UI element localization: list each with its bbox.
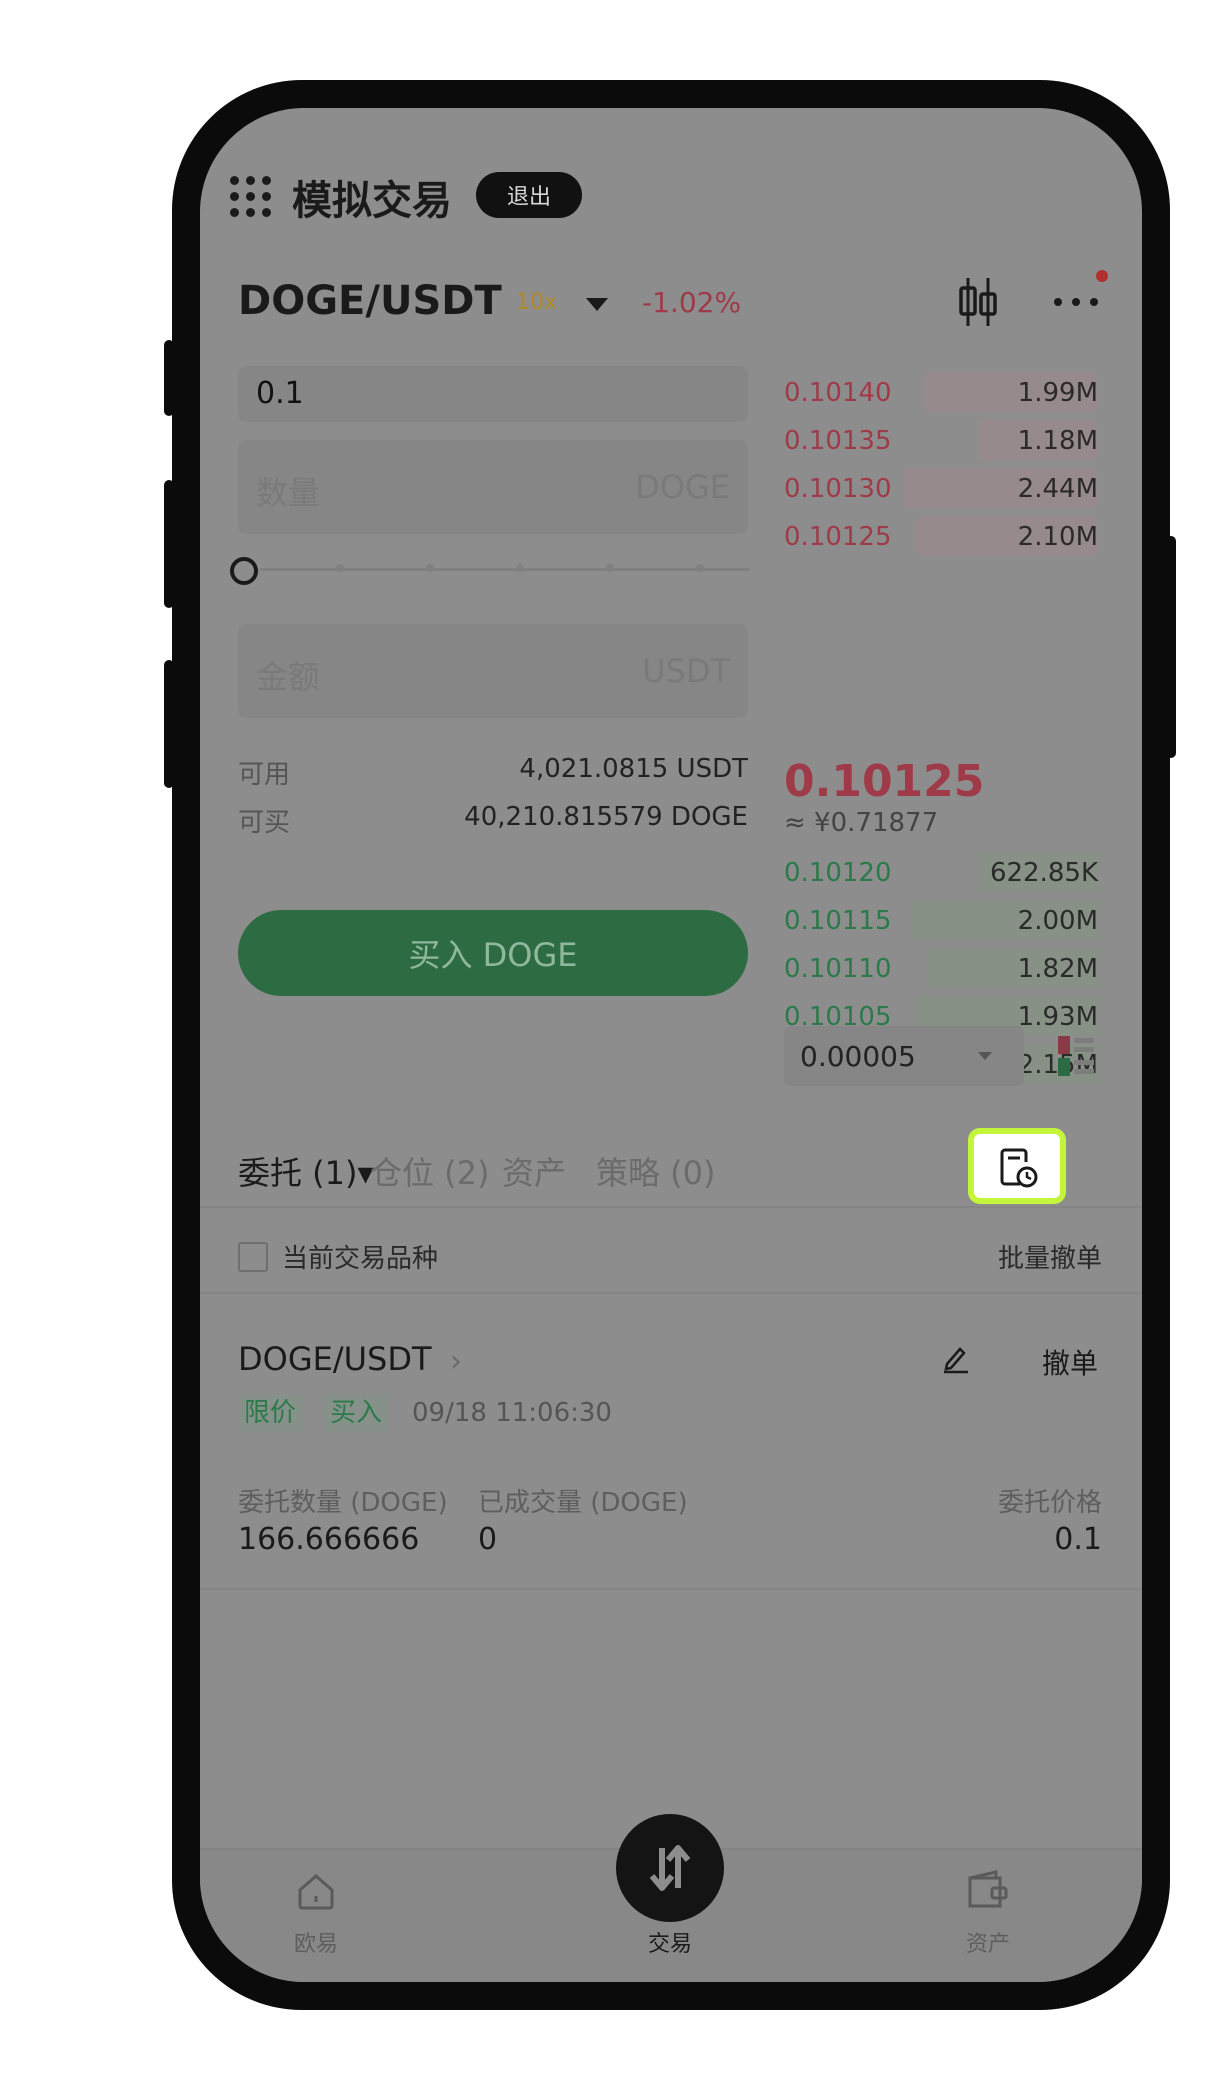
slider-tick[interactable] — [606, 564, 614, 572]
order-time: 09/18 11:06:30 — [412, 1398, 612, 1428]
orderbook-layout-icon[interactable] — [1056, 1034, 1096, 1078]
quantity-unit: DOGE — [635, 468, 730, 506]
order-price-value: 0.1 — [1054, 1522, 1102, 1557]
ob-qty: 622.85K — [989, 858, 1098, 888]
nav-assets-label[interactable]: 资产 — [966, 1926, 1010, 1958]
page-title: 模拟交易 — [292, 178, 452, 224]
amount-input[interactable]: 金额 USDT — [238, 624, 748, 718]
power-button — [1166, 536, 1176, 758]
ask-row[interactable]: 0.10130 2.44M — [784, 466, 1098, 510]
current-pair-checkbox[interactable] — [238, 1242, 268, 1272]
tab-positions[interactable]: 仓位 (2) — [370, 1148, 490, 1194]
buy-button[interactable]: 买入 DOGE — [238, 910, 748, 996]
more-options-icon[interactable] — [1052, 296, 1100, 308]
ask-row[interactable]: 0.10125 2.10M — [784, 514, 1098, 558]
order-filled-label: 已成交量 (DOGE) — [478, 1488, 688, 1518]
wallet-icon[interactable] — [966, 1870, 1010, 1912]
amount-slider-track[interactable] — [260, 568, 750, 571]
menu-grid-icon[interactable] — [230, 176, 274, 220]
available-label: 可用 — [238, 760, 291, 790]
candlestick-chart-icon[interactable] — [956, 276, 1000, 328]
side-button — [164, 660, 174, 788]
slider-tick[interactable] — [426, 564, 434, 572]
ob-price: 0.10115 — [784, 906, 892, 936]
price-input[interactable]: 0.1 — [238, 366, 748, 422]
buyable-label: 可买 — [238, 808, 291, 838]
order-side-tag: 买入 — [324, 1394, 389, 1432]
order-price-label: 委托价格 — [997, 1488, 1102, 1518]
order-pair[interactable]: DOGE/USDT — [238, 1340, 432, 1378]
edit-icon[interactable] — [942, 1344, 970, 1374]
quantity-placeholder: 数量 — [256, 474, 321, 512]
ob-qty: 2.10M — [1017, 522, 1098, 552]
divider — [200, 1588, 1142, 1590]
slider-tick[interactable] — [696, 564, 704, 572]
order-qty-label: 委托数量 (DOGE) — [238, 1488, 448, 1518]
order-history-icon — [1000, 1148, 1038, 1188]
amount-unit: USDT — [642, 652, 730, 690]
price-input-value: 0.1 — [256, 376, 304, 411]
pair-selector[interactable]: DOGE/USDT — [238, 278, 502, 324]
pair-dropdown-icon[interactable] — [586, 298, 608, 311]
nav-home-label[interactable]: 欧易 — [294, 1926, 338, 1958]
tab-strategies[interactable]: 策略 (0) — [596, 1148, 716, 1194]
tick-size-select[interactable]: 0.00005 — [784, 1026, 1024, 1086]
app-screen: 模拟交易 退出 DOGE/USDT 10x -1.02% 0.1 数量 DOGE — [200, 108, 1142, 1982]
chevron-down-icon — [978, 1052, 992, 1060]
order-qty-value: 166.666666 — [238, 1522, 420, 1557]
trade-button[interactable] — [616, 1814, 724, 1922]
swap-arrows-icon — [649, 1845, 691, 1891]
ob-price: 0.10110 — [784, 954, 892, 984]
tick-size-value: 0.00005 — [800, 1040, 916, 1073]
batch-cancel-button[interactable]: 批量撤单 — [998, 1238, 1102, 1275]
chevron-right-icon[interactable]: › — [450, 1344, 462, 1379]
cancel-order-button[interactable]: 撤单 — [1042, 1342, 1098, 1382]
ob-qty: 1.99M — [1017, 378, 1098, 408]
amount-placeholder: 金额 — [256, 658, 321, 696]
ask-row[interactable]: 0.10140 1.99M — [784, 370, 1098, 414]
divider — [200, 1292, 1142, 1294]
ob-price: 0.10125 — [784, 522, 892, 552]
amount-slider-handle[interactable] — [230, 557, 258, 585]
slider-tick[interactable] — [516, 564, 524, 572]
side-button — [164, 480, 174, 608]
bid-row[interactable]: 0.10120 622.85K — [784, 850, 1098, 894]
ob-qty: 1.82M — [1017, 954, 1098, 984]
side-button — [164, 340, 174, 416]
home-icon[interactable] — [296, 1872, 336, 1912]
ob-qty: 2.00M — [1017, 906, 1098, 936]
order-filled-value: 0 — [478, 1522, 498, 1557]
last-price-cny: ≈ ¥0.71877 — [784, 808, 939, 838]
notification-dot — [1096, 270, 1108, 282]
last-price: 0.10125 — [784, 756, 985, 807]
phone-frame: 模拟交易 退出 DOGE/USDT 10x -1.02% 0.1 数量 DOGE — [172, 80, 1170, 2010]
nav-trade-label[interactable]: 交易 — [648, 1926, 692, 1958]
buyable-value: 40,210.815579 DOGE — [464, 802, 748, 832]
ob-price: 0.10130 — [784, 474, 892, 504]
ob-qty: 1.18M — [1017, 426, 1098, 456]
order-history-button[interactable] — [968, 1128, 1066, 1204]
tab-orders[interactable]: 委托 (1)▾ — [238, 1148, 374, 1194]
current-pair-label: 当前交易品种 — [282, 1244, 439, 1274]
quantity-input[interactable]: 数量 DOGE — [238, 440, 748, 534]
order-type-tag: 限价 — [238, 1394, 303, 1432]
exit-button[interactable]: 退出 — [476, 172, 582, 218]
ob-qty: 2.44M — [1017, 474, 1098, 504]
price-change: -1.02% — [642, 286, 742, 319]
leverage-badge: 10x — [516, 290, 558, 315]
tab-assets[interactable]: 资产 — [502, 1148, 566, 1194]
slider-tick[interactable] — [336, 564, 344, 572]
bid-row[interactable]: 0.10110 1.82M — [784, 946, 1098, 990]
divider — [200, 1206, 1142, 1208]
ob-price: 0.10140 — [784, 378, 892, 408]
available-value: 4,021.0815 USDT — [519, 754, 748, 784]
ob-price: 0.10135 — [784, 426, 892, 456]
ob-price: 0.10120 — [784, 858, 892, 888]
ob-qty: 1.93M — [1017, 1002, 1098, 1032]
ask-row[interactable]: 0.10135 1.18M — [784, 418, 1098, 462]
bid-row[interactable]: 0.10115 2.00M — [784, 898, 1098, 942]
